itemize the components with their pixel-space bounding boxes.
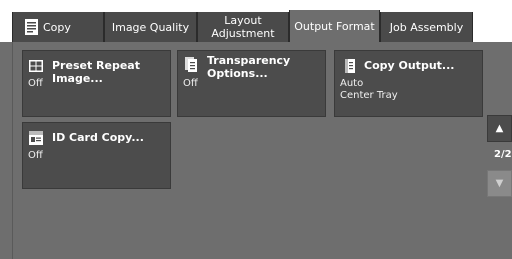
- id-card-title: ID Card Copy...: [52, 131, 144, 144]
- preset-repeat-title: Preset Repeat Image...: [52, 59, 140, 85]
- tab-output-format[interactable]: Output Format: [289, 10, 380, 42]
- id-card-copy-button[interactable]: ID Card Copy... Off: [22, 122, 171, 189]
- tab-bar: Copy Image Quality Layout Adjustment Out…: [0, 0, 512, 42]
- transparency-title: Transparency Options...: [207, 54, 291, 80]
- preset-repeat-value: Off: [28, 78, 43, 89]
- tab-job-assembly-label: Job Assembly: [389, 20, 464, 34]
- arrow-up-icon: ▲: [495, 123, 504, 134]
- preset-repeat-icon: [29, 60, 43, 72]
- tab-image-quality-label: Image Quality: [111, 20, 190, 34]
- tab-layout-adjustment[interactable]: Layout Adjustment: [197, 12, 289, 42]
- tab-copy-label: Copy: [43, 20, 71, 34]
- copy-output-title: Copy Output...: [364, 59, 455, 72]
- tab-layout-adjustment-label: Layout Adjustment: [211, 14, 275, 40]
- tab-copy[interactable]: Copy: [12, 12, 104, 42]
- transparency-icon: [185, 57, 197, 72]
- page-indicator: 2/2: [494, 149, 512, 160]
- tab-image-quality[interactable]: Image Quality: [104, 12, 197, 42]
- transparency-value: Off: [183, 78, 198, 89]
- preset-repeat-image-button[interactable]: Preset Repeat Image... Off: [22, 50, 171, 117]
- arrow-down-icon: ▼: [495, 178, 504, 189]
- scroll-up-button[interactable]: ▲: [487, 115, 512, 142]
- id-card-value: Off: [28, 150, 43, 161]
- id-card-icon: [29, 131, 43, 145]
- copy-icon: [25, 19, 38, 35]
- scroll-down-button[interactable]: ▼: [487, 170, 512, 197]
- copy-output-value: Auto Center Tray: [340, 78, 398, 101]
- copy-output-icon: [345, 59, 355, 73]
- tab-output-format-label: Output Format: [294, 19, 375, 33]
- tab-job-assembly[interactable]: Job Assembly: [380, 12, 473, 42]
- copy-output-button[interactable]: Copy Output... Auto Center Tray: [334, 50, 483, 117]
- transparency-options-button[interactable]: Transparency Options... Off: [177, 50, 326, 117]
